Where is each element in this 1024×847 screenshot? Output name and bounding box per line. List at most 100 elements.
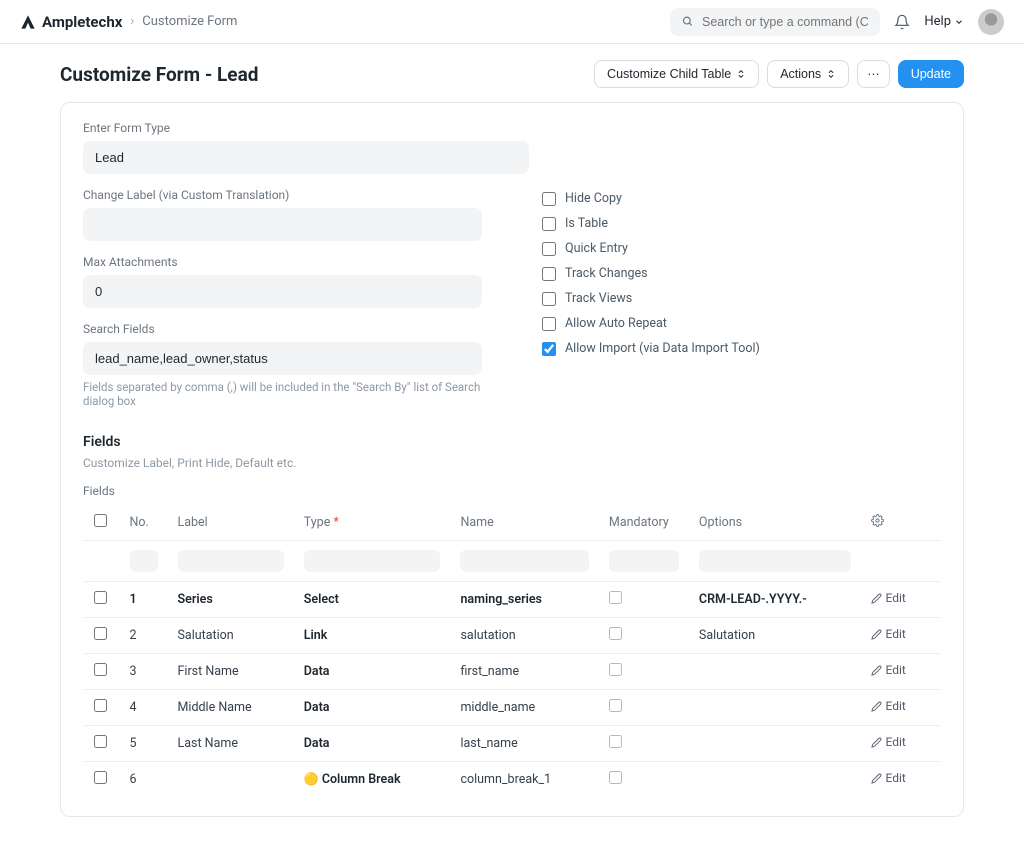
cell-no: 2	[120, 618, 168, 654]
chevron-up-down-icon	[826, 69, 836, 79]
filter-label[interactable]	[178, 550, 284, 572]
cell-mandatory	[599, 654, 689, 690]
col-checkbox	[84, 505, 120, 541]
edit-row-link[interactable]: Edit	[871, 663, 906, 677]
cell-options	[689, 762, 861, 798]
cell-label: First Name	[168, 654, 294, 690]
cell-type: Link	[294, 618, 451, 654]
table-row[interactable]: 3 First Name Data first_name Edit	[84, 654, 941, 690]
change-label-input[interactable]	[83, 208, 482, 241]
edit-row-link[interactable]: Edit	[871, 699, 906, 713]
actions-button[interactable]: Actions	[767, 60, 849, 88]
page-header: Customize Form - Lead Customize Child Ta…	[0, 44, 1024, 102]
search-icon	[682, 15, 694, 28]
cell-no: 6	[120, 762, 168, 798]
row-checkbox[interactable]	[94, 771, 107, 784]
avatar[interactable]	[978, 9, 1004, 35]
cell-mandatory	[599, 690, 689, 726]
row-checkbox[interactable]	[94, 735, 107, 748]
max-attachments-input[interactable]	[83, 275, 482, 308]
cell-label: Series	[168, 582, 294, 618]
table-row[interactable]: 4 Middle Name Data middle_name Edit	[84, 690, 941, 726]
filter-type[interactable]	[304, 550, 441, 572]
col-name: Name	[450, 505, 598, 541]
brand-logo-icon	[20, 14, 36, 30]
filter-name[interactable]	[460, 550, 588, 572]
fields-grid-label: Fields	[83, 484, 941, 498]
row-checkbox[interactable]	[94, 591, 107, 604]
enter-form-type-label: Enter Form Type	[83, 121, 941, 135]
cell-name: middle_name	[450, 690, 598, 726]
cell-type: Data	[294, 690, 451, 726]
pencil-icon	[871, 737, 882, 748]
cell-name: column_break_1	[450, 762, 598, 798]
edit-row-link[interactable]: Edit	[871, 627, 906, 641]
filter-options[interactable]	[699, 550, 851, 572]
enter-form-type-input[interactable]	[83, 141, 529, 174]
gear-icon[interactable]	[871, 514, 884, 527]
mandatory-checkbox[interactable]	[609, 771, 622, 784]
help-label: Help	[924, 14, 951, 29]
col-mandatory: Mandatory	[599, 505, 689, 541]
cell-options	[689, 654, 861, 690]
more-button[interactable]: ···	[857, 60, 890, 88]
edit-row-link[interactable]: Edit	[871, 771, 906, 785]
row-checkbox[interactable]	[94, 699, 107, 712]
cell-options	[689, 726, 861, 762]
select-all-checkbox[interactable]	[94, 514, 107, 527]
allow-auto-repeat-check[interactable]: Allow Auto Repeat	[542, 316, 941, 331]
cell-name: first_name	[450, 654, 598, 690]
mandatory-checkbox[interactable]	[609, 627, 622, 640]
row-checkbox[interactable]	[94, 663, 107, 676]
bell-icon[interactable]	[894, 14, 910, 30]
brand-name: Ampletechx	[42, 13, 122, 31]
filter-no[interactable]	[130, 550, 158, 572]
hide-copy-check[interactable]: Hide Copy	[542, 191, 941, 206]
row-checkbox[interactable]	[94, 627, 107, 640]
cell-mandatory	[599, 618, 689, 654]
edit-row-link[interactable]: Edit	[871, 735, 906, 749]
help-menu[interactable]: Help	[924, 14, 964, 29]
cell-label: Last Name	[168, 726, 294, 762]
table-row[interactable]: 5 Last Name Data last_name Edit	[84, 726, 941, 762]
edit-row-link[interactable]: Edit	[871, 591, 906, 605]
fields-section-title: Fields	[83, 434, 941, 450]
table-row[interactable]: 1 Series Select naming_series CRM-LEAD-.…	[84, 582, 941, 618]
mandatory-checkbox[interactable]	[609, 591, 622, 604]
allow-import-check[interactable]: Allow Import (via Data Import Tool)	[542, 341, 941, 356]
chevron-right-icon: ›	[130, 14, 134, 29]
brand[interactable]: Ampletechx	[20, 13, 122, 31]
cell-name: naming_series	[450, 582, 598, 618]
update-button[interactable]: Update	[898, 60, 964, 88]
customize-child-table-button[interactable]: Customize Child Table	[594, 60, 759, 88]
search-input[interactable]	[702, 15, 868, 29]
pencil-icon	[871, 629, 882, 640]
breadcrumb[interactable]: Customize Form	[142, 14, 237, 29]
pencil-icon	[871, 593, 882, 604]
cell-type: 🟡 Column Break	[294, 762, 451, 798]
track-changes-check[interactable]: Track Changes	[542, 266, 941, 281]
cell-type: Data	[294, 726, 451, 762]
table-row[interactable]: 6 🟡 Column Break column_break_1 Edit	[84, 762, 941, 798]
cell-name: last_name	[450, 726, 598, 762]
mandatory-checkbox[interactable]	[609, 699, 622, 712]
search-bar[interactable]	[670, 8, 880, 36]
mandatory-checkbox[interactable]	[609, 735, 622, 748]
is-table-check[interactable]: Is Table	[542, 216, 941, 231]
cell-options: CRM-LEAD-.YYYY.-	[689, 582, 861, 618]
col-no: No.	[120, 505, 168, 541]
table-row[interactable]: 2 Salutation Link salutation Salutation …	[84, 618, 941, 654]
quick-entry-check[interactable]: Quick Entry	[542, 241, 941, 256]
cell-no: 1	[120, 582, 168, 618]
filter-mandatory[interactable]	[609, 550, 679, 572]
track-views-check[interactable]: Track Views	[542, 291, 941, 306]
cell-options: Salutation	[689, 618, 861, 654]
mandatory-checkbox[interactable]	[609, 663, 622, 676]
chevron-up-down-icon	[736, 69, 746, 79]
page-title: Customize Form - Lead	[60, 63, 258, 86]
cell-mandatory	[599, 726, 689, 762]
pencil-icon	[871, 701, 882, 712]
cell-no: 5	[120, 726, 168, 762]
cell-mandatory	[599, 582, 689, 618]
search-fields-input[interactable]	[83, 342, 482, 375]
